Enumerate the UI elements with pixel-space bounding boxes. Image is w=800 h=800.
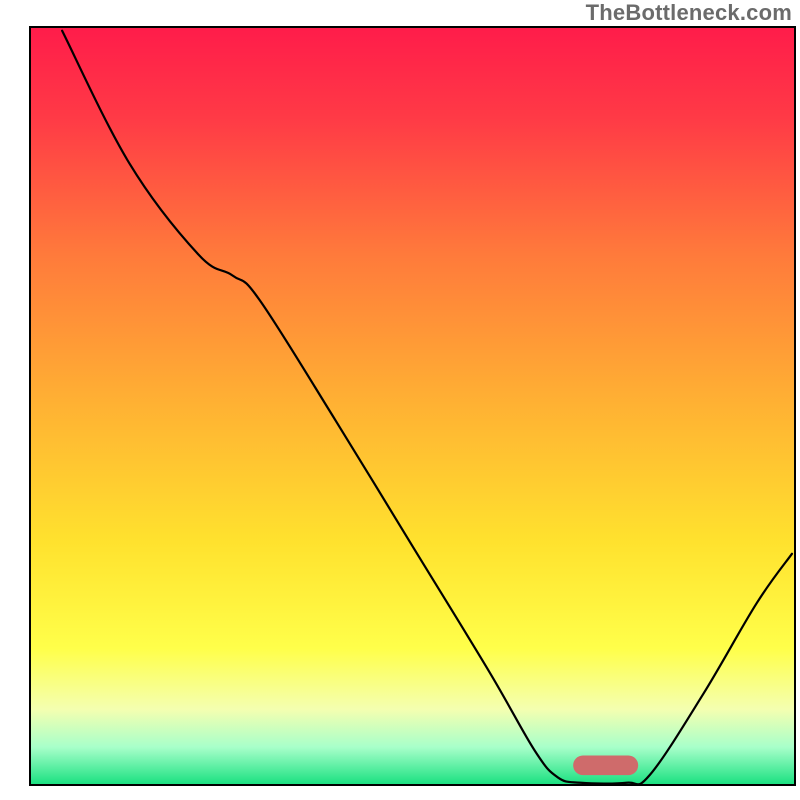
optimal-range-marker [573, 755, 638, 775]
bottleneck-chart: TheBottleneck.com [0, 0, 800, 800]
chart-svg [0, 0, 800, 800]
plot-background [30, 27, 795, 785]
watermark-label: TheBottleneck.com [586, 0, 792, 26]
